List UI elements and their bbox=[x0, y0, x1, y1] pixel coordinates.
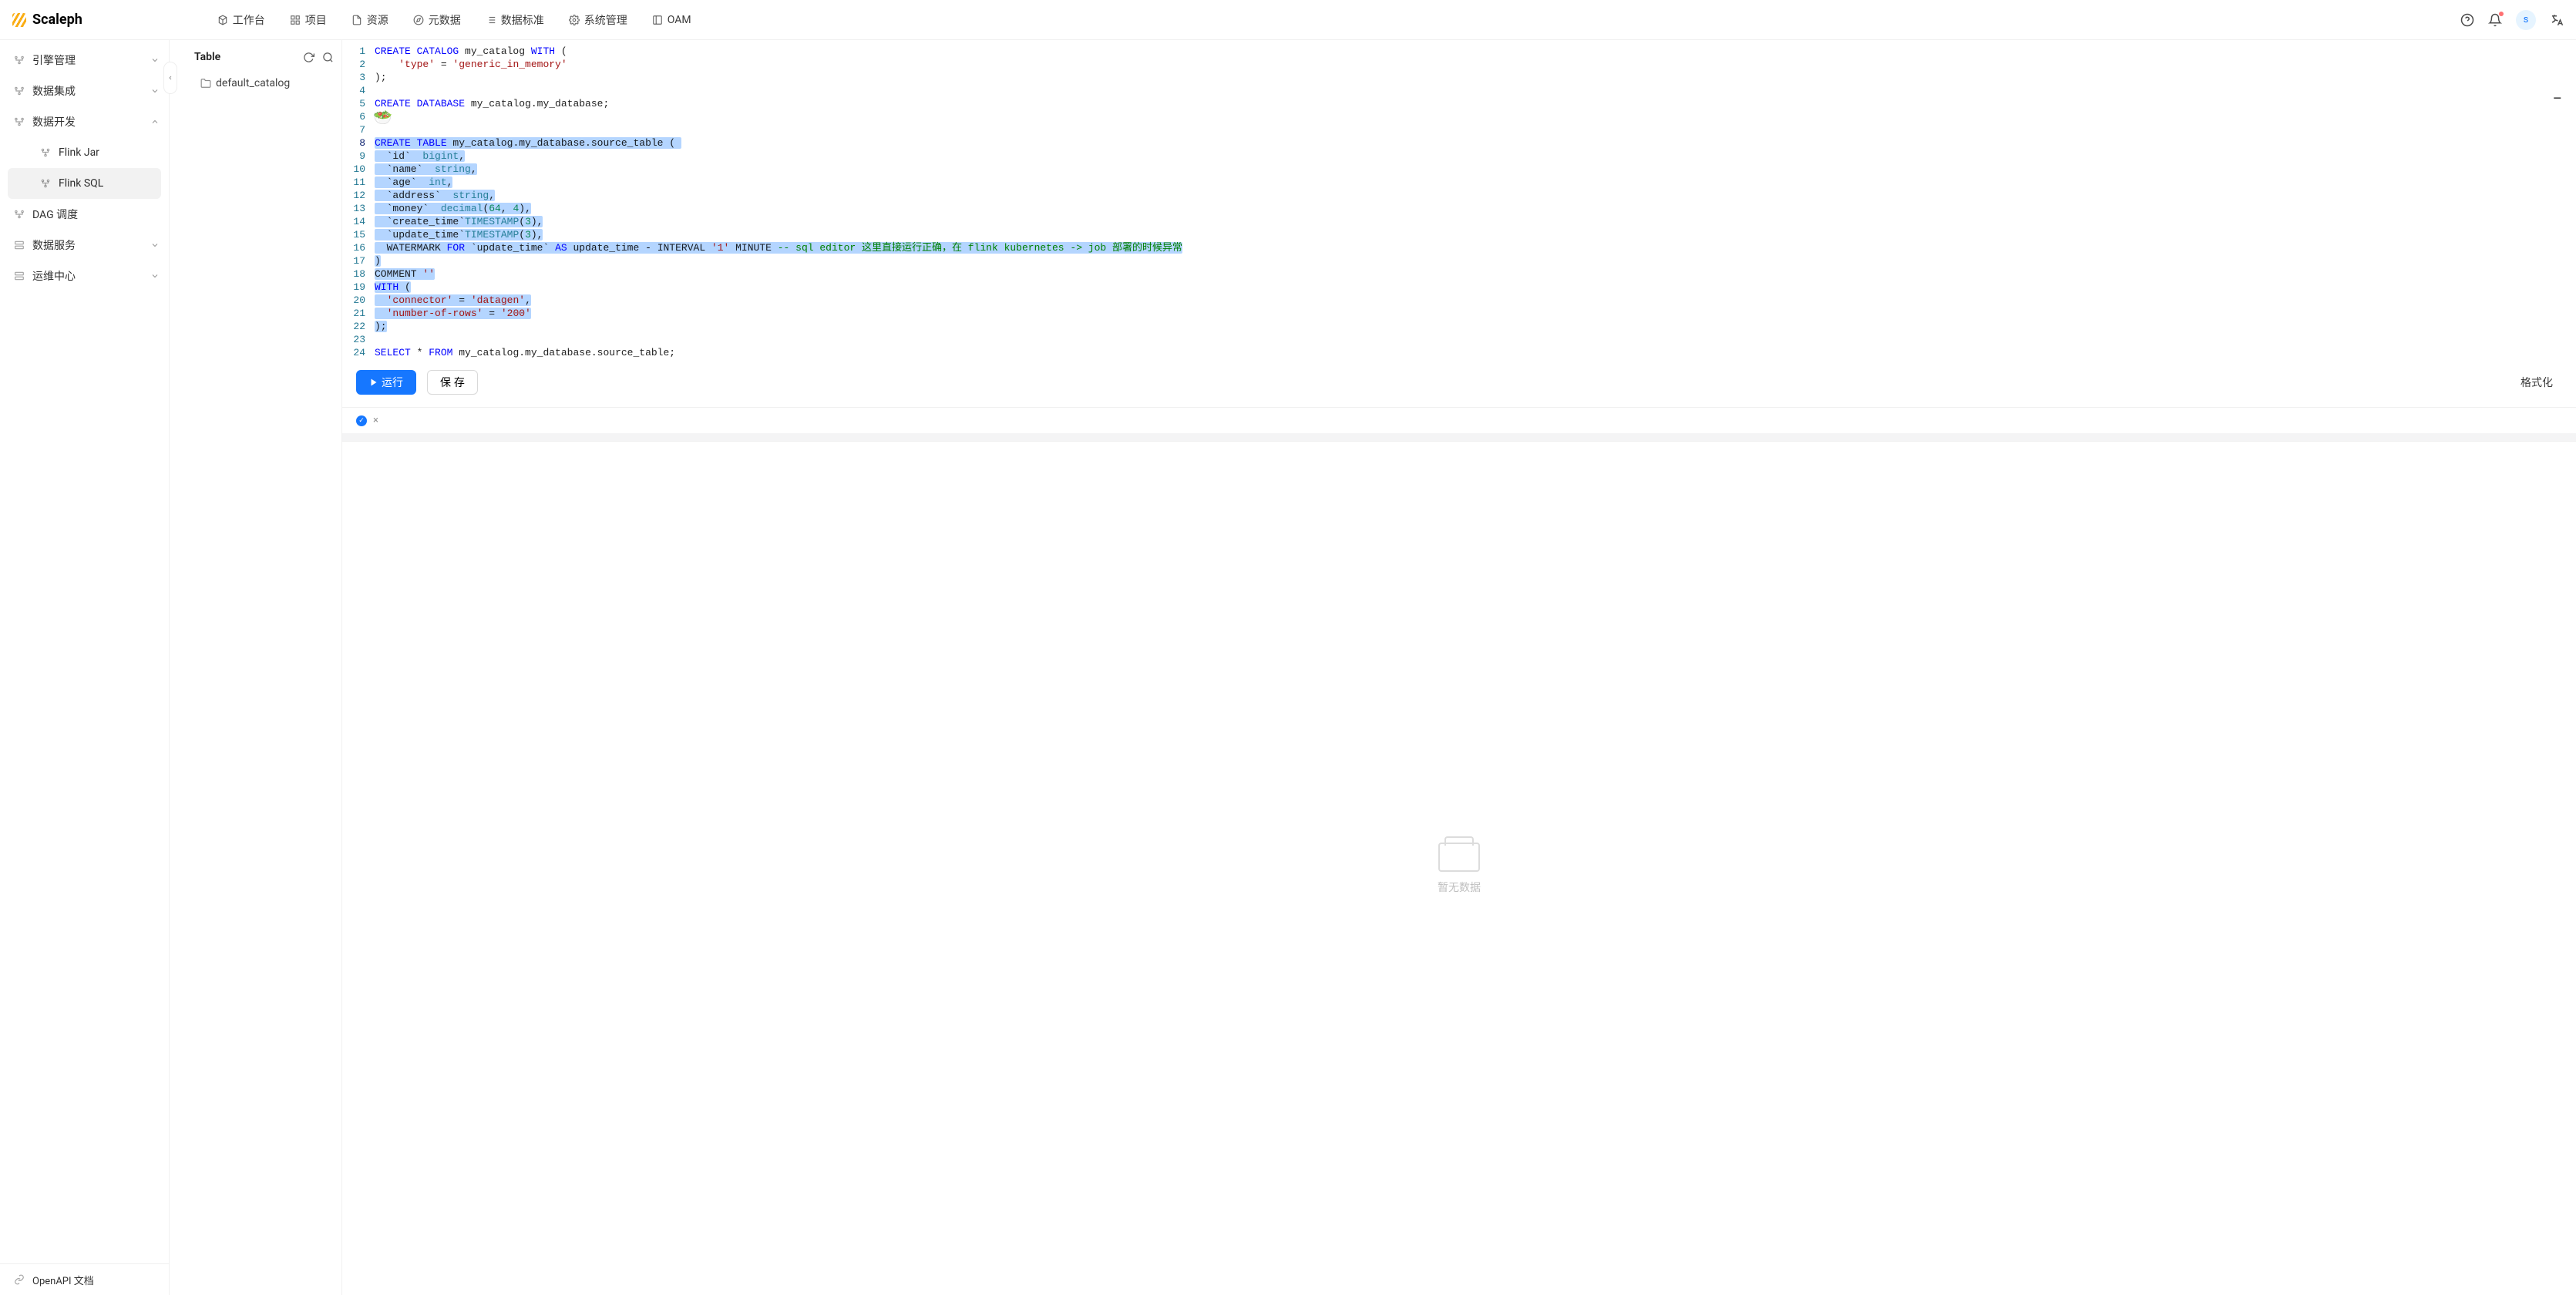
tree-node-default-catalog[interactable]: default_catalog bbox=[194, 74, 334, 92]
chevron-down-icon bbox=[150, 86, 160, 96]
subnodes-icon bbox=[40, 147, 51, 158]
sidebar-item-develop[interactable]: 数据开发 bbox=[0, 106, 169, 137]
chevron-up-icon bbox=[150, 117, 160, 126]
server-icon bbox=[14, 271, 25, 281]
sidebar-item-engine[interactable]: 引擎管理 bbox=[0, 45, 169, 76]
nodes-icon bbox=[14, 116, 25, 127]
brand-logo[interactable]: Scaleph bbox=[12, 12, 82, 28]
play-icon bbox=[369, 378, 378, 387]
sidebar-sub-label: Flink Jar bbox=[59, 146, 99, 159]
topnav-label: OAM bbox=[668, 14, 691, 26]
topnav-system[interactable]: 系统管理 bbox=[569, 12, 627, 28]
topnav-standard[interactable]: 数据标准 bbox=[486, 12, 544, 28]
avatar[interactable]: s bbox=[2516, 10, 2536, 30]
empty-box-icon bbox=[1438, 843, 1480, 872]
compass-icon bbox=[413, 15, 424, 25]
sidebar-label: OpenAPI 文档 bbox=[32, 1273, 94, 1287]
result-strip bbox=[342, 433, 2576, 441]
topnav-label: 项目 bbox=[305, 12, 327, 28]
sidebar-label: 引擎管理 bbox=[32, 52, 76, 68]
help-icon[interactable] bbox=[2460, 13, 2474, 27]
bell-icon[interactable] bbox=[2488, 13, 2502, 27]
sidebar: 引擎管理 数据集成 数据开发 Flink Jar Flink SQL DAG 调… bbox=[0, 40, 170, 1295]
grid-icon bbox=[290, 15, 301, 25]
translate-icon[interactable] bbox=[2550, 13, 2564, 27]
topnav-project[interactable]: 项目 bbox=[290, 12, 327, 28]
top-nav: 工作台 项目 资源 元数据 数据标准 系统管理 OAM bbox=[217, 12, 691, 28]
close-icon[interactable]: × bbox=[373, 415, 378, 426]
result-tab[interactable]: ✓ × bbox=[350, 412, 385, 429]
chevron-down-icon bbox=[150, 240, 160, 250]
sidebar-label: 数据集成 bbox=[32, 83, 76, 99]
topnav-label: 资源 bbox=[367, 12, 388, 28]
sidebar-item-integration[interactable]: 数据集成 bbox=[0, 76, 169, 106]
topnav-label: 数据标准 bbox=[501, 12, 544, 28]
search-icon[interactable] bbox=[322, 52, 334, 63]
list-icon bbox=[486, 15, 496, 25]
topnav-label: 元数据 bbox=[429, 12, 461, 28]
action-bar: 运行 保 存 格式化 bbox=[342, 359, 2576, 407]
sidebar-openapi[interactable]: OpenAPI 文档 bbox=[0, 1264, 169, 1295]
collapse-sidebar-button[interactable] bbox=[163, 62, 177, 94]
notification-badge bbox=[2499, 12, 2504, 16]
lightbulb-emoji-icon: 🥗 bbox=[373, 113, 392, 126]
brand-icon bbox=[12, 13, 26, 27]
topnav-workbench[interactable]: 工作台 bbox=[217, 12, 265, 28]
empty-state: 暂无数据 bbox=[342, 441, 2576, 1295]
result-tab-bar: ✓ × bbox=[342, 407, 2576, 433]
topnav-metadata[interactable]: 元数据 bbox=[413, 12, 461, 28]
chevron-left-icon bbox=[167, 75, 173, 81]
nodes-icon bbox=[14, 86, 25, 96]
code-editor[interactable]: 123456789101112131415161718192021222324 … bbox=[342, 40, 2576, 359]
folder-icon bbox=[200, 78, 211, 89]
link-icon bbox=[14, 1274, 25, 1285]
server-icon bbox=[14, 240, 25, 251]
collapse-rail bbox=[170, 40, 180, 1295]
run-button[interactable]: 运行 bbox=[356, 370, 416, 395]
subnodes-icon bbox=[40, 178, 51, 189]
check-icon: ✓ bbox=[356, 415, 367, 426]
topnav-oam[interactable]: OAM bbox=[652, 14, 691, 26]
sidebar-label: 数据开发 bbox=[32, 114, 76, 130]
sidebar-item-dataservice[interactable]: 数据服务 bbox=[0, 230, 169, 261]
sidebar-label: 运维中心 bbox=[32, 268, 76, 284]
topnav-resource[interactable]: 资源 bbox=[351, 12, 388, 28]
format-link[interactable]: 格式化 bbox=[2521, 375, 2553, 390]
sidebar-item-ops[interactable]: 运维中心 bbox=[0, 261, 169, 291]
code-area[interactable]: 🥗 CREATE CATALOG my_catalog WITH ( 'type… bbox=[375, 45, 2576, 359]
refresh-icon[interactable] bbox=[303, 52, 314, 63]
sidebar-footer: OpenAPI 文档 bbox=[0, 1263, 169, 1295]
sidebar-label: DAG 调度 bbox=[32, 207, 78, 222]
empty-text: 暂无数据 bbox=[1438, 880, 1481, 895]
nodes-icon bbox=[14, 55, 25, 66]
gear-icon bbox=[569, 15, 580, 25]
file-icon bbox=[351, 15, 362, 25]
sidebar-label: 数据服务 bbox=[32, 237, 76, 253]
tree-panel: Table default_catalog bbox=[180, 40, 342, 1295]
chevron-down-icon bbox=[150, 56, 160, 65]
chevron-down-icon bbox=[150, 271, 160, 281]
save-button[interactable]: 保 存 bbox=[427, 370, 478, 395]
topnav-label: 系统管理 bbox=[584, 12, 627, 28]
header-icons: s bbox=[2460, 10, 2564, 30]
app-header: Scaleph 工作台 项目 资源 元数据 数据标准 系统管理 OAM bbox=[0, 0, 2576, 40]
brand-name: Scaleph bbox=[32, 12, 82, 28]
sidebar-sub-flink-jar[interactable]: Flink Jar bbox=[8, 137, 161, 168]
nodes-icon bbox=[14, 209, 25, 220]
tree-node-label: default_catalog bbox=[216, 77, 290, 89]
sidebar-item-dag[interactable]: DAG 调度 bbox=[0, 199, 169, 230]
sidebar-sub-flink-sql[interactable]: Flink SQL bbox=[8, 168, 161, 199]
sidebar-sub-label: Flink SQL bbox=[59, 177, 103, 190]
main-area: − 12345678910111213141516171819202122232… bbox=[342, 40, 2576, 1295]
line-gutter: 123456789101112131415161718192021222324 bbox=[342, 45, 375, 359]
layout-icon bbox=[652, 15, 663, 25]
cube-icon bbox=[217, 15, 228, 25]
topnav-label: 工作台 bbox=[233, 12, 265, 28]
tree-title: Table bbox=[194, 51, 220, 63]
